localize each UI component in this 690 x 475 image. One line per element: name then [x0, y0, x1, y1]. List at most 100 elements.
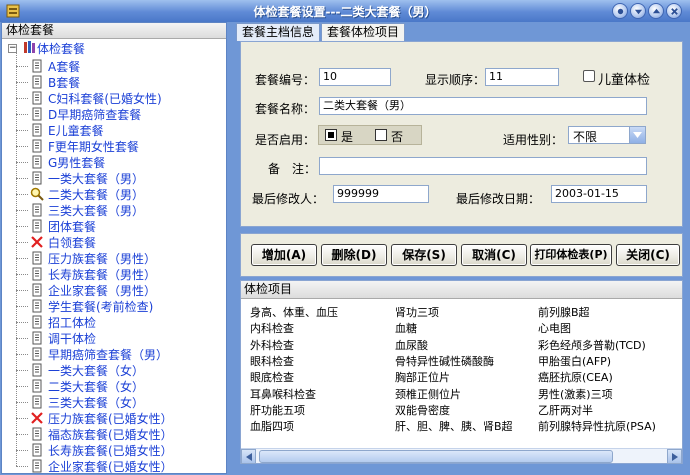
- tab-package-items[interactable]: 套餐体检项目: [321, 23, 406, 41]
- exam-item[interactable]: 颈椎正侧位片: [395, 386, 461, 402]
- exam-item[interactable]: 甲胎蛋白(AFP): [538, 353, 611, 369]
- tree-item[interactable]: D早期癌筛查套餐: [16, 106, 141, 122]
- exam-item[interactable]: 前列腺特异性抗原(PSA): [538, 418, 656, 434]
- add-button[interactable]: 增加(A): [251, 244, 317, 266]
- tree-item[interactable]: 白领套餐: [16, 234, 97, 250]
- tree-item[interactable]: 压力族套餐（男性）: [16, 250, 156, 266]
- help-icon[interactable]: [612, 3, 628, 19]
- save-button[interactable]: 保存(S): [391, 244, 457, 266]
- tree-item[interactable]: C妇科套餐(已婚女性): [16, 90, 162, 106]
- tree-item-label: 企业家套餐（男性）: [48, 283, 157, 298]
- exam-item[interactable]: 骨特异性碱性磷酸酶: [395, 353, 494, 369]
- exam-items-panel: 体检项目 身高、体重、血压 内科检查 外科检查 眼科检查 眼底检查 耳鼻喉科检查 肝功能五项…: [240, 280, 683, 464]
- tree-item[interactable]: 一类大套餐（男）: [16, 170, 144, 186]
- tree-item[interactable]: 一类大套餐（女）: [16, 362, 145, 378]
- print-button[interactable]: 打印体检表(P): [530, 244, 612, 266]
- tree-item[interactable]: 企业家套餐(已婚女性）: [16, 458, 173, 474]
- tree-item[interactable]: 企业家套餐（男性）: [16, 282, 157, 298]
- tree-item[interactable]: 二类大套餐（男）: [16, 186, 145, 202]
- tree-item[interactable]: E儿童套餐: [16, 122, 104, 138]
- tree-item[interactable]: 长寿族套餐（男性）: [16, 266, 156, 282]
- dropdown-icon[interactable]: [630, 3, 646, 19]
- tree-branch-line: [16, 338, 28, 339]
- exam-item[interactable]: 心电图: [538, 320, 571, 336]
- tree-item[interactable]: 二类大套餐（女）: [16, 378, 144, 394]
- tree-item[interactable]: 福态族套餐(已婚女性）: [16, 426, 173, 442]
- tree-item[interactable]: 调干体检: [16, 330, 97, 346]
- tree-item[interactable]: 三类大套餐（男）: [16, 202, 144, 218]
- exam-item[interactable]: 血尿酸: [395, 337, 428, 353]
- tree-item[interactable]: 早期癌筛查套餐（男）: [16, 346, 168, 362]
- delete-button[interactable]: 删除(D): [321, 244, 387, 266]
- exam-item[interactable]: 内科检查: [250, 320, 294, 336]
- exam-item[interactable]: 双能骨密度: [395, 402, 450, 418]
- tree-item-label: F更年期女性套餐: [48, 139, 139, 154]
- tree-item-label: 招工体检: [48, 315, 97, 330]
- tree-item[interactable]: 长寿族套餐(已婚女性）: [16, 442, 173, 458]
- exam-item[interactable]: 肝功能五项: [250, 402, 305, 418]
- exam-item[interactable]: 血脂四项: [250, 418, 294, 434]
- tree-item[interactable]: B套餐: [16, 74, 80, 90]
- tree-branch-line: [16, 258, 28, 259]
- cancel-button[interactable]: 取消(C): [461, 244, 527, 266]
- tree-item-label: 二类大套餐（男）: [48, 187, 145, 202]
- exam-item[interactable]: 耳鼻喉科检查: [250, 386, 316, 402]
- tree-item[interactable]: 压力族套餐(已婚女性）: [16, 410, 173, 426]
- tree-item-label: A套餐: [48, 59, 81, 74]
- horizontal-scrollbar[interactable]: [241, 448, 682, 464]
- remark-field[interactable]: [319, 157, 647, 175]
- exam-item[interactable]: 肾功三项: [395, 304, 439, 320]
- document-icon: [30, 155, 44, 169]
- close-icon[interactable]: [666, 3, 682, 19]
- exam-item[interactable]: 眼科检查: [250, 353, 294, 369]
- tree-item-label: 企业家套餐(已婚女性）: [48, 459, 173, 474]
- modifier-field[interactable]: 999999: [333, 185, 429, 203]
- scroll-left-icon[interactable]: [241, 449, 256, 464]
- exam-item[interactable]: 男性(激素)三项: [538, 386, 613, 402]
- tree-root[interactable]: − 体检套餐: [8, 40, 85, 56]
- tree-item[interactable]: A套餐: [16, 58, 81, 74]
- tree-item-label: 白领套餐: [48, 235, 97, 250]
- tree-item[interactable]: G男性套餐: [16, 154, 105, 170]
- name-field[interactable]: 二类大套餐（男）: [319, 97, 647, 115]
- enabled-no-radio[interactable]: [375, 129, 387, 141]
- gender-select[interactable]: 不限: [568, 126, 646, 144]
- enabled-yes-radio[interactable]: [325, 129, 337, 141]
- scroll-right-icon[interactable]: [667, 449, 682, 464]
- exam-item[interactable]: 肝、胆、脾、胰、肾B超: [395, 418, 513, 434]
- order-field[interactable]: 11: [485, 68, 559, 86]
- tree-item[interactable]: 团体套餐: [16, 218, 96, 234]
- exam-item[interactable]: 彩色经颅多普勒(TCD): [538, 337, 646, 353]
- exam-item[interactable]: 前列腺B超: [538, 304, 590, 320]
- document-icon: [30, 443, 44, 457]
- tab-package-info[interactable]: 套餐主档信息: [236, 23, 321, 41]
- chevron-down-icon[interactable]: [629, 127, 645, 143]
- exam-item[interactable]: 胸部正位片: [395, 369, 450, 385]
- tree-branch-line: [16, 210, 28, 211]
- exam-item[interactable]: 癌胚抗原(CEA): [538, 369, 613, 385]
- scrollbar-thumb[interactable]: [259, 450, 613, 463]
- exam-item[interactable]: 血糖: [395, 320, 417, 336]
- tree-item-label: 一类大套餐（女）: [48, 363, 145, 378]
- tree-item[interactable]: F更年期女性套餐: [16, 138, 139, 154]
- modified-date-field[interactable]: 2003-01-15: [551, 185, 647, 203]
- tree-item[interactable]: 学生套餐(考前检查): [16, 298, 154, 314]
- close-button[interactable]: 关闭(C): [616, 244, 680, 266]
- maximize-icon[interactable]: [648, 3, 664, 19]
- tree-item[interactable]: 三类大套餐（女）: [16, 394, 144, 410]
- child-checkbox[interactable]: [583, 70, 595, 82]
- tree-item[interactable]: 招工体检: [16, 314, 97, 330]
- tree-branch-line: [16, 82, 28, 83]
- code-field[interactable]: 10: [319, 68, 391, 86]
- exam-item[interactable]: 外科检查: [250, 337, 294, 353]
- exam-item[interactable]: 乙肝两对半: [538, 402, 593, 418]
- document-icon: [30, 363, 44, 377]
- code-label: 套餐编号：: [255, 73, 316, 87]
- gender-value: 不限: [573, 130, 598, 144]
- tree-item-label: E儿童套餐: [48, 123, 104, 138]
- exam-item[interactable]: 眼底检查: [250, 369, 294, 385]
- document-icon: [30, 395, 44, 409]
- tree-item-label: 学生套餐(考前检查): [48, 299, 154, 314]
- exam-item[interactable]: 身高、体重、血压: [250, 304, 338, 320]
- tree-item-label: 调干体检: [48, 331, 97, 346]
